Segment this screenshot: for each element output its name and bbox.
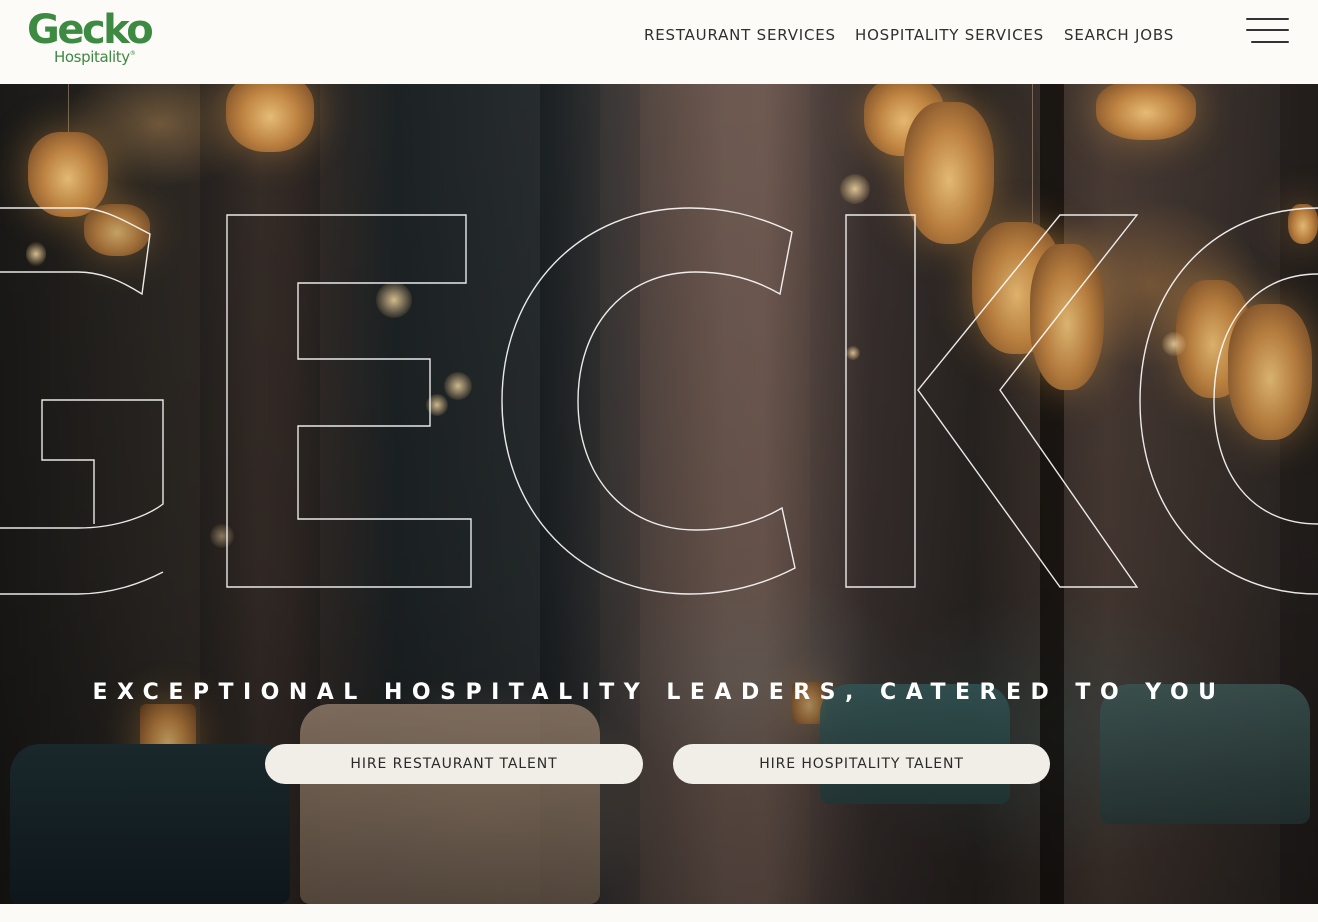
hamburger-menu-icon[interactable] xyxy=(1246,16,1289,46)
nav-hospitality-services[interactable]: HOSPITALITY SERVICES xyxy=(855,25,1044,45)
site-header: Gecko Hospitality® RESTAURANT SERVICES H… xyxy=(0,0,1318,84)
letter-o-inner xyxy=(1213,273,1318,525)
hire-restaurant-talent-button[interactable]: HIRE RESTAURANT TALENT xyxy=(265,744,643,784)
letter-k-arms xyxy=(917,214,1139,588)
hero-tagline: EXCEPTIONAL HOSPITALITY LEADERS, CATERED… xyxy=(92,680,1226,705)
hire-hospitality-talent-button[interactable]: HIRE HOSPITALITY TALENT xyxy=(673,744,1050,784)
logo-subtitle: Hospitality® xyxy=(54,48,136,66)
letter-g-bottom xyxy=(0,399,164,529)
hero-section: EXCEPTIONAL HOSPITALITY LEADERS, CATERED… xyxy=(0,84,1318,904)
letter-k-stem xyxy=(845,214,916,588)
letter-e xyxy=(226,214,472,588)
gecko-outline-word xyxy=(0,207,1318,595)
letter-g-top xyxy=(0,207,151,296)
letter-c xyxy=(501,207,796,595)
nav-search-jobs[interactable]: SEARCH JOBS xyxy=(1064,25,1174,45)
nav-restaurant-services[interactable]: RESTAURANT SERVICES xyxy=(644,25,836,45)
letter-o-outer xyxy=(1139,207,1318,595)
gecko-hospitality-logo[interactable]: Gecko Hospitality® xyxy=(27,6,157,68)
